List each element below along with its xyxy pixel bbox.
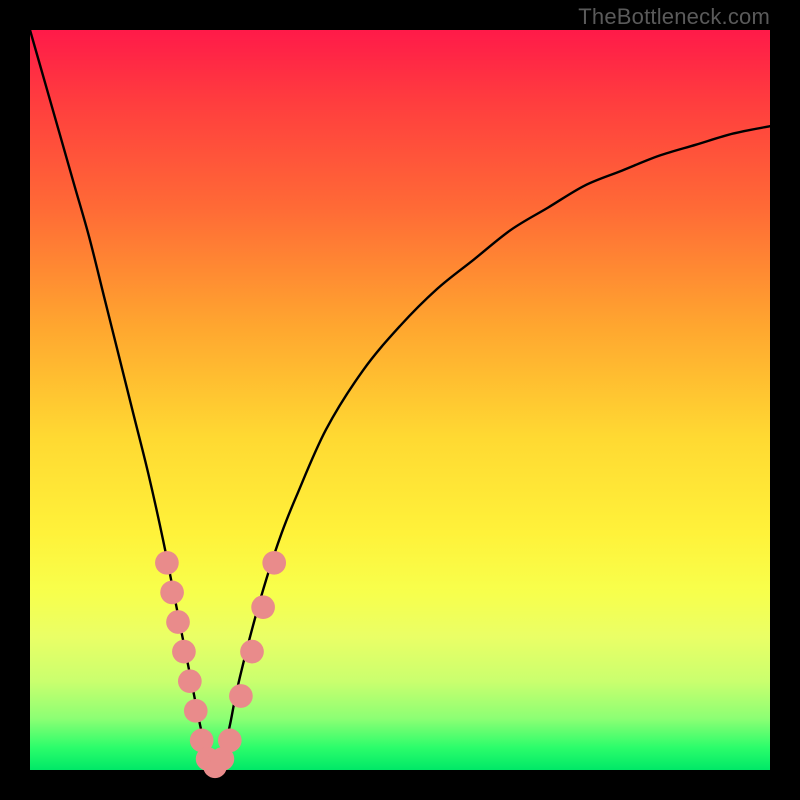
plot-area [30,30,770,770]
data-marker [240,640,264,664]
data-marker [218,729,242,753]
border-right [770,0,800,800]
data-marker [262,551,286,575]
data-marker [178,669,202,693]
data-marker [160,581,184,605]
data-marker [172,640,196,664]
data-markers [155,551,286,778]
border-bottom [0,770,800,800]
chart-svg [30,30,770,770]
data-marker [229,684,253,708]
watermark-text: TheBottleneck.com [578,4,770,30]
data-marker [184,699,208,723]
data-marker [251,595,275,619]
chart-frame: TheBottleneck.com [0,0,800,800]
border-left [0,0,30,800]
bottleneck-curve [30,30,770,770]
data-marker [166,610,190,634]
data-marker [155,551,179,575]
